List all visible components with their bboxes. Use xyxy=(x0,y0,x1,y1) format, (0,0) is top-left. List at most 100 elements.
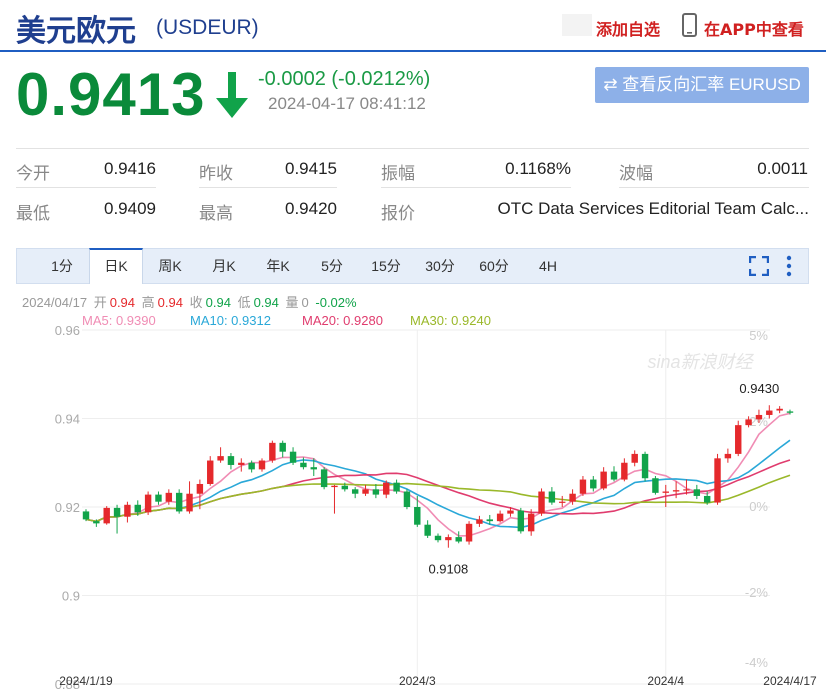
tab-weekly[interactable]: 周K xyxy=(147,249,193,283)
stats-grid: 今开 0.9416 昨收 0.9415 振幅 0.1168% 波幅 0.0011… xyxy=(16,148,809,229)
tab-15min[interactable]: 15分 xyxy=(363,249,409,283)
tab-daily[interactable]: 日K xyxy=(89,248,143,284)
candle-body xyxy=(196,483,204,494)
right-tick-label: 0% xyxy=(749,499,768,514)
candle-body xyxy=(393,482,400,492)
candle-body xyxy=(672,490,680,492)
annotation-high: 0.9430 xyxy=(739,381,779,396)
stat-value-open: 0.9416 xyxy=(104,159,156,178)
tab-30min[interactable]: 30分 xyxy=(417,249,463,283)
ohlc-close-label: 收 xyxy=(189,295,203,310)
candle-body xyxy=(507,510,514,514)
stat-value-amplitude: 0.1168% xyxy=(505,159,571,178)
candle-body xyxy=(155,494,162,502)
ohlc-high: 0.94 xyxy=(157,295,183,310)
candle-body xyxy=(755,414,763,420)
y-tick-label: 0.94 xyxy=(55,412,80,427)
fullscreen-icon[interactable] xyxy=(749,256,769,276)
candle-body xyxy=(527,513,535,532)
candle-body xyxy=(424,524,431,536)
candle-body xyxy=(579,479,587,494)
ohlc-open: 0.94 xyxy=(109,295,136,310)
ma5-label: MA5: 0.9390 xyxy=(82,313,156,328)
price-change: -0.0002 (-0.0212%) xyxy=(258,68,431,90)
candle-body xyxy=(703,495,711,503)
placeholder-box xyxy=(562,14,592,36)
candle-body xyxy=(341,485,349,490)
candle-body xyxy=(124,504,131,517)
candle-body xyxy=(175,492,183,512)
stat-value-high: 0.9420 xyxy=(285,199,337,218)
tab-4h[interactable]: 4H xyxy=(525,249,571,283)
candle-body xyxy=(569,493,576,502)
candle-body xyxy=(258,460,266,470)
candle-body xyxy=(786,411,794,413)
candle-body xyxy=(776,408,783,411)
tab-5min[interactable]: 5分 xyxy=(309,249,355,283)
view-in-app-link[interactable]: 在APP中查看 xyxy=(704,16,804,40)
candle-body xyxy=(600,471,607,489)
candle-body xyxy=(113,507,121,517)
divider xyxy=(619,187,809,188)
right-tick-label: 2% xyxy=(749,414,768,429)
stat-value-range: 0.0011 xyxy=(757,159,808,178)
candle-body xyxy=(714,458,721,503)
candle-body xyxy=(227,456,235,465)
candle-body xyxy=(351,489,359,494)
ohlc-open-label: 开 xyxy=(93,295,107,310)
stat-label-high: 最高 xyxy=(199,204,233,223)
stat-value-low: 0.9409 xyxy=(104,199,156,218)
tab-60min[interactable]: 60分 xyxy=(471,249,517,283)
right-tick-label: -4% xyxy=(745,655,769,670)
ohlc-close: 0.94 xyxy=(205,295,231,310)
x-tick-label: 2024/4 xyxy=(647,674,684,688)
period-tabs: 1分 日K 周K 月K 年K 5分 15分 30分 60分 4H xyxy=(16,248,809,284)
pair-name: 美元欧元 xyxy=(16,14,136,49)
stat-value-source: OTC Data Services Editorial Team Calc... xyxy=(497,199,809,218)
candle-body xyxy=(683,489,690,491)
y-tick-label: 0.96 xyxy=(55,323,80,338)
add-to-watchlist-link[interactable]: 添加自选 xyxy=(596,16,660,40)
candle-body xyxy=(279,442,286,452)
pair-code: (USDEUR) xyxy=(156,16,259,39)
more-options-icon[interactable] xyxy=(785,254,793,278)
ohlc-date: 2024/04/17 xyxy=(22,295,88,310)
candle-body xyxy=(144,494,152,513)
stat-label-source: 报价 xyxy=(381,204,415,223)
candle-body xyxy=(476,519,483,524)
candle-body xyxy=(186,493,193,512)
candle-body xyxy=(93,521,100,524)
ohlc-low-label: 低 xyxy=(237,295,251,310)
candle-body xyxy=(165,492,173,502)
tab-yearly[interactable]: 年K xyxy=(255,249,301,283)
stat-value-prev-close: 0.9415 xyxy=(285,159,337,178)
candle-body xyxy=(465,523,473,542)
candle-body xyxy=(735,425,742,454)
candle-body xyxy=(372,489,380,495)
tab-1min[interactable]: 1分 xyxy=(39,249,85,283)
divider xyxy=(16,187,156,188)
candle-body xyxy=(300,462,307,468)
candle-body xyxy=(207,460,214,484)
ohlc-high-label: 高 xyxy=(141,295,155,310)
x-tick-label: 2024/1/19 xyxy=(59,674,113,688)
candle-body xyxy=(248,462,255,470)
phone-icon xyxy=(682,13,697,37)
tab-monthly[interactable]: 月K xyxy=(201,249,247,283)
candle-body xyxy=(269,442,276,461)
candle-body xyxy=(238,462,245,465)
x-tick-label: 2024/4/17 xyxy=(763,674,817,688)
candle-body xyxy=(82,511,90,520)
candle-body xyxy=(403,491,411,507)
candle-body xyxy=(621,462,628,480)
candle-body xyxy=(662,491,669,493)
ohlc-info: 2024/04/17 开 0.94 高 0.94 收 0.94 低 0.94 量0 -0… xyxy=(22,292,360,311)
right-tick-label: -2% xyxy=(745,585,769,600)
y-tick-label: 0.92 xyxy=(55,500,80,515)
candle-body xyxy=(693,489,701,496)
candle-body xyxy=(517,510,525,532)
reverse-rate-button[interactable]: ⇄ 查看反向汇率 EURUSD xyxy=(595,67,809,103)
ohlc-vol: 0 xyxy=(301,295,309,310)
candle-body xyxy=(610,471,618,480)
candle-body xyxy=(548,491,556,503)
